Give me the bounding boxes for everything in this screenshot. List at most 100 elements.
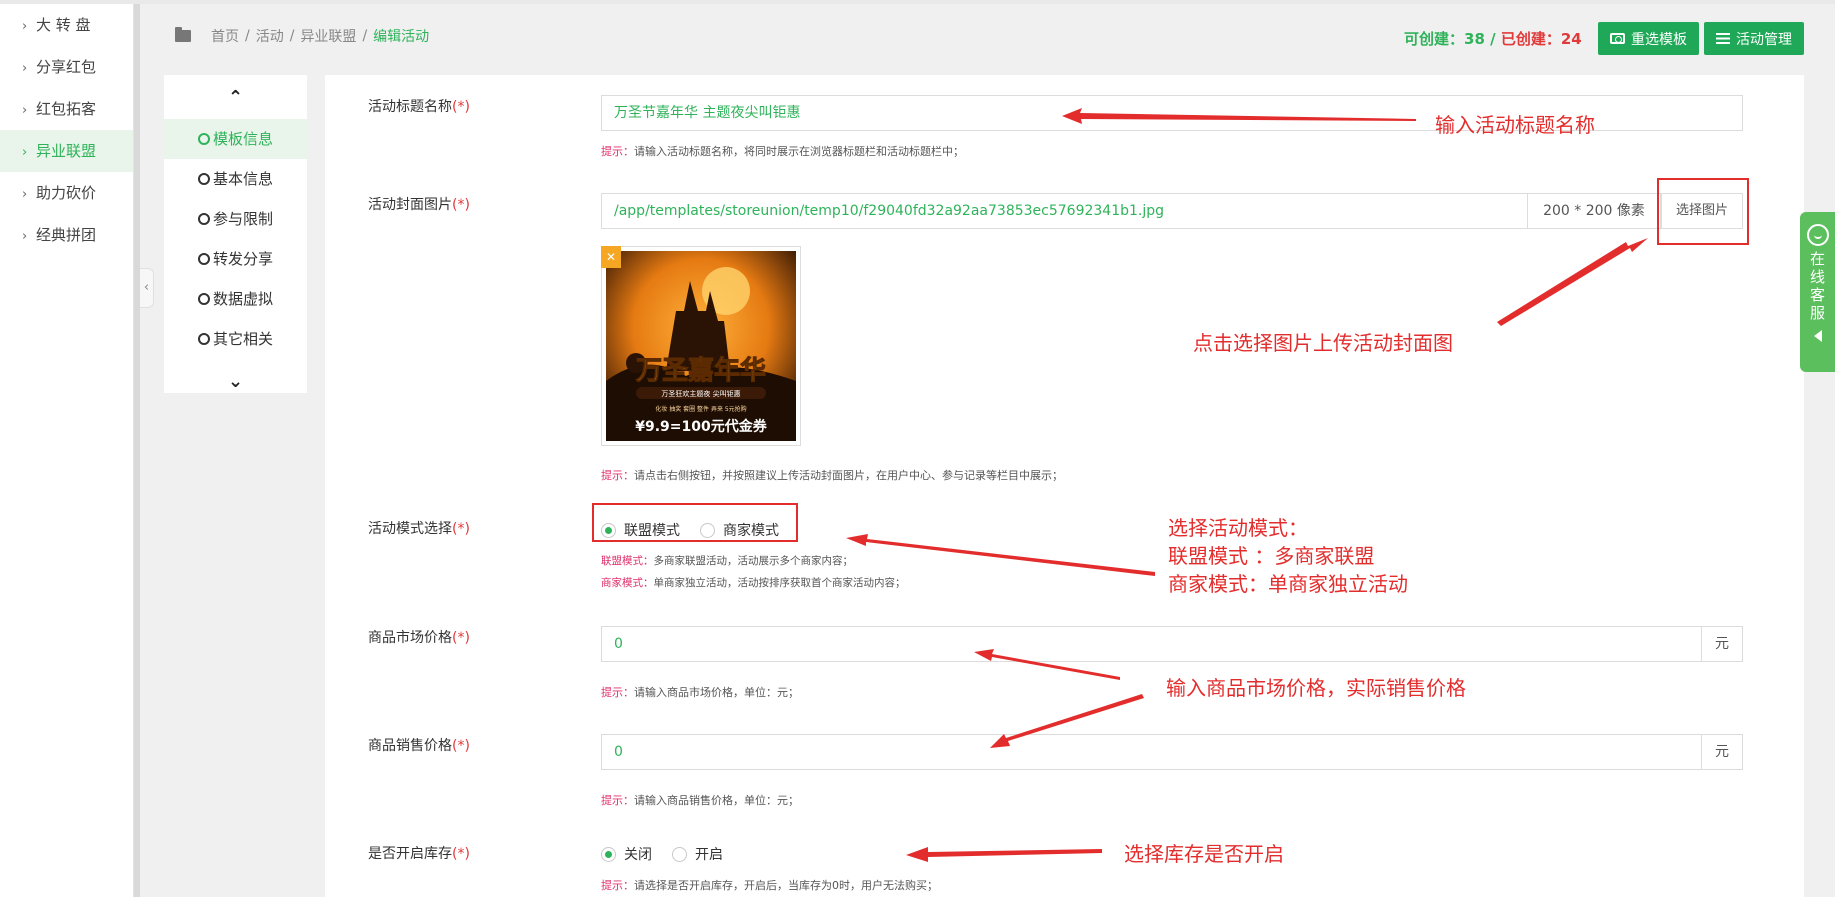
annotation-mode-merchant: 商家模式：单商家独立活动 [1168, 572, 1408, 596]
cover-label-text: 活动封面图片 [368, 197, 452, 213]
sidebar-item-label: 助力砍价 [36, 184, 97, 202]
sidebar-item-group-buy[interactable]: › 经典拼团 [0, 214, 133, 256]
breadcrumb-home[interactable]: 首页 [211, 26, 239, 46]
activity-manage-button[interactable]: 活动管理 [1704, 22, 1804, 55]
hint-text: 单商家独立活动，活动按排序获取首个商家活动内容； [653, 577, 906, 589]
hint-prefix: 提示： [601, 469, 634, 482]
title-hint: 提示：请输入活动标题名称，将同时展示在浏览器标题栏和活动标题栏中； [601, 143, 964, 159]
online-service-tab[interactable]: 在线客服 [1800, 212, 1835, 372]
hint-prefix: 商家模式： [601, 577, 654, 589]
step-scroll-up-button[interactable]: ⌃ [164, 75, 307, 119]
title-label: 活动标题名称(*) [368, 96, 470, 116]
step-participation-limits[interactable]: 参与限制 [164, 199, 307, 239]
step-share[interactable]: 转发分享 [164, 239, 307, 279]
stock-off-label[interactable]: 关闭 [624, 844, 652, 864]
close-icon: ✕ [605, 250, 617, 264]
hint-text: 请输入商品市场价格，单位：元； [634, 686, 799, 699]
step-other[interactable]: 其它相关 [164, 319, 307, 359]
sidebar-item-label: 红包拓客 [36, 100, 97, 118]
sidebar-item-label: 大 转 盘 [36, 16, 91, 34]
delete-image-button[interactable]: ✕ [601, 246, 621, 268]
list-icon [1716, 33, 1730, 44]
step-virtual-data[interactable]: 数据虚拟 [164, 279, 307, 319]
hint-prefix: 提示： [601, 879, 634, 892]
folder-icon [175, 27, 191, 42]
required-mark: (*) [452, 99, 470, 115]
breadcrumb-activity[interactable]: 活动 [256, 26, 284, 46]
required-mark: (*) [452, 197, 470, 213]
created-label: 已创建： [1500, 30, 1561, 48]
chevron-left-icon: ‹ [143, 280, 150, 295]
annotation-mode-union: 联盟模式 ：多商家联盟 [1168, 544, 1375, 568]
step-label: 参与限制 [213, 210, 274, 228]
required-mark: (*) [452, 521, 470, 537]
chevron-down-icon: ⌄ [227, 370, 244, 392]
breadcrumb-separator: / [289, 28, 295, 44]
choose-image-highlight-box [1657, 178, 1749, 245]
mode-label: 活动模式选择(*) [368, 518, 470, 538]
cover-label: 活动封面图片(*) [368, 194, 470, 214]
cover-thumbnail: 万圣嘉年华 万圣狂欢主题夜 尖叫钜惠 化妆 抽奖 套圈 整件 弄来 5元抢购 ¥… [601, 246, 801, 446]
stock-hint: 提示：请选择是否开启库存，开启后，当库存为0时，用户无法购买； [601, 877, 938, 893]
mode-note-union: 联盟模式：多商家联盟活动，活动展示多个商家内容； [601, 553, 853, 568]
step-label: 模板信息 [213, 130, 274, 148]
circle-icon [198, 213, 210, 225]
reselect-template-button[interactable]: 重选模板 [1598, 22, 1699, 55]
mode-note-merchant: 商家模式：单商家独立活动，活动按排序获取首个商家活动内容； [601, 575, 906, 590]
chevron-right-icon: › [22, 19, 28, 34]
created-value: 24 [1560, 30, 1582, 48]
stock-radio-group: 关闭 开启 [601, 844, 723, 864]
sidebar-item-label: 分享红包 [36, 58, 97, 76]
annotation-title: 输入活动标题名称 [1435, 113, 1595, 137]
breadcrumb-separator: / [245, 28, 250, 44]
annotation-cover: 点击选择图片上传活动封面图 [1193, 331, 1453, 355]
sale-price-hint: 提示：请输入商品销售价格，单位：元； [601, 792, 799, 808]
step-label: 转发分享 [213, 250, 274, 268]
step-basic-info[interactable]: 基本信息 [164, 159, 307, 199]
sidebar-item-share-redpacket[interactable]: › 分享红包 [0, 46, 133, 88]
chevron-right-icon: › [22, 145, 28, 160]
step-scroll-down-button[interactable]: ⌄ [164, 359, 307, 403]
cover-image-price: ¥9.9=100元代金券 [635, 418, 767, 435]
caret-left-icon [1813, 330, 1822, 342]
online-service-label: 在线客服 [1809, 250, 1825, 322]
stock-on-radio[interactable] [672, 846, 687, 862]
required-mark: (*) [452, 630, 470, 646]
stock-off-radio[interactable] [601, 846, 616, 862]
stock-on-label[interactable]: 开启 [695, 844, 723, 864]
hint-text: 请输入商品销售价格，单位：元； [634, 794, 799, 807]
sidebar-item-bargain[interactable]: › 助力砍价 [0, 172, 133, 214]
breadcrumb-separator: / [362, 28, 368, 44]
sidebar-item-store-union[interactable]: › 异业联盟 [0, 130, 133, 172]
market-price-hint: 提示：请输入商品市场价格，单位：元； [601, 684, 799, 700]
circle-icon [198, 253, 210, 265]
sidebar-collapse-toggle[interactable]: ‹ [140, 268, 154, 308]
annotation-mode-heading: 选择活动模式： [1168, 516, 1308, 540]
hint-text: 请选择是否开启库存，开启后，当库存为0时，用户无法购买； [634, 879, 938, 892]
mode-label-text: 活动模式选择 [368, 521, 452, 537]
sidebar-item-wheel[interactable]: › 大 转 盘 [0, 4, 133, 46]
can-create-value: 38 [1464, 30, 1485, 48]
market-price-label-text: 商品市场价格 [368, 630, 452, 646]
hint-prefix: 提示： [601, 686, 634, 699]
breadcrumb-union[interactable]: 异业联盟 [300, 26, 356, 46]
chat-icon [1806, 224, 1829, 246]
market-price-input[interactable]: 0 [601, 626, 1702, 662]
required-mark: (*) [452, 738, 470, 754]
sidebar-item-label: 经典拼团 [36, 226, 97, 244]
step-template-info[interactable]: 模板信息 [164, 119, 307, 159]
sidebar-item-label: 异业联盟 [36, 142, 97, 160]
stock-label-text: 是否开启库存 [368, 846, 452, 862]
hint-prefix: 联盟模式： [601, 555, 654, 567]
sale-price-input[interactable]: 0 [601, 734, 1702, 770]
hint-text: 请点击右侧按钮，并按照建议上传活动封面图片，在用户中心、参与记录等栏目中展示； [634, 469, 1063, 482]
hint-prefix: 提示： [601, 145, 634, 158]
breadcrumb-current: 编辑活动 [373, 29, 430, 45]
annotation-price: 输入商品市场价格，实际销售价格 [1166, 676, 1466, 700]
cover-path-input[interactable]: /app/templates/storeunion/temp10/f29040f… [601, 193, 1528, 229]
circle-icon [198, 173, 210, 185]
chevron-right-icon: › [22, 187, 28, 202]
hint-text: 多商家联盟活动，活动展示多个商家内容； [653, 555, 854, 567]
sidebar-item-redpacket-acquire[interactable]: › 红包拓客 [0, 88, 133, 130]
sale-price-label-text: 商品销售价格 [368, 738, 452, 754]
